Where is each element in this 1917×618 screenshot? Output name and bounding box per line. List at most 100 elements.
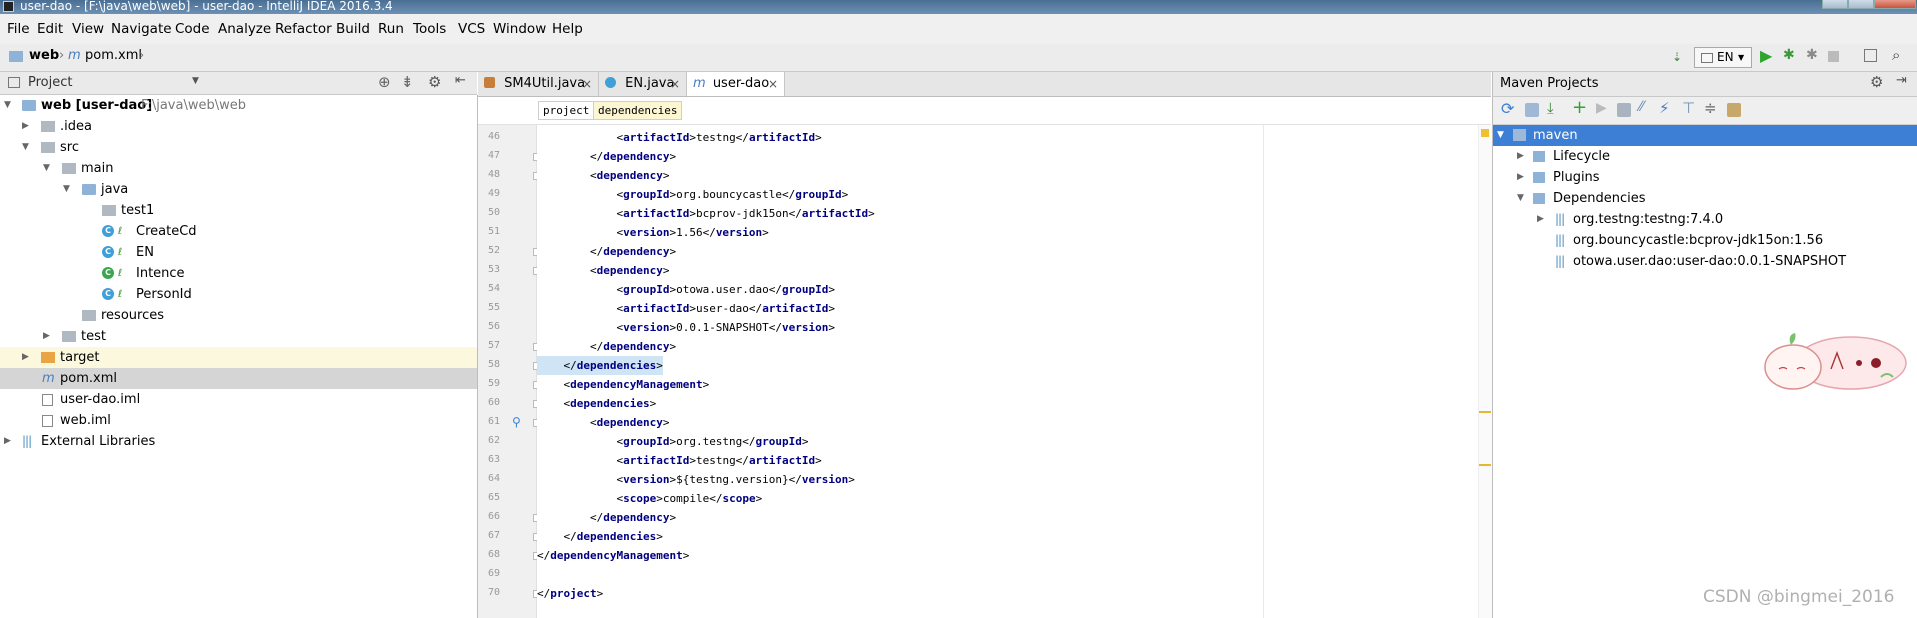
code-area[interactable]: <artifactId>testng</artifactId> </depend… xyxy=(537,125,1491,618)
tree-item-main[interactable]: ▼ main xyxy=(0,158,477,179)
implemented-marker-icon[interactable]: ⚲ xyxy=(512,415,521,429)
debug-icon[interactable]: ✱ xyxy=(1783,47,1795,63)
reimport-icon[interactable]: ⟳ xyxy=(1501,99,1514,118)
project-structure-icon[interactable] xyxy=(1864,49,1877,62)
sort-icon[interactable]: ⇣ xyxy=(1672,50,1682,64)
code-line: </project> xyxy=(537,587,604,600)
tab-en[interactable]: EN.java × xyxy=(599,72,687,96)
maven-item-dep-testng[interactable]: ▶ ||| org.testng:testng:7.4.0 xyxy=(1493,209,1917,230)
menu-help[interactable]: Help xyxy=(552,21,583,37)
line-number: 66 xyxy=(487,511,500,522)
maven-settings-icon[interactable] xyxy=(1727,103,1741,117)
error-stripe-mark[interactable] xyxy=(1479,464,1491,466)
maven-item-plugins[interactable]: ▶ Plugins xyxy=(1493,167,1917,188)
tree-item-test[interactable]: ▶ test xyxy=(0,326,477,347)
menu-code[interactable]: Code xyxy=(175,21,210,37)
tree-item-external-libraries[interactable]: ▶ ||| External Libraries xyxy=(0,431,477,452)
tree-item-user-dao-iml[interactable]: user-dao.iml xyxy=(0,389,477,410)
collapsed-arrow-icon: ▶ xyxy=(1537,214,1544,224)
menu-run[interactable]: Run xyxy=(378,21,404,37)
nav-crumb-pom[interactable]: pom.xml xyxy=(85,48,142,63)
tree-item-src[interactable]: ▼ src xyxy=(0,137,477,158)
search-icon[interactable]: ⌕ xyxy=(1892,46,1900,64)
hide-panel-icon[interactable]: ⇤ xyxy=(455,73,466,88)
class-icon: C xyxy=(102,246,114,258)
tree-item-intence[interactable]: C ℓ Intence xyxy=(0,263,477,284)
line-number: 69 xyxy=(487,568,500,579)
close-tab-icon[interactable]: × xyxy=(670,72,680,96)
toggle-offline-icon[interactable]: ⁄⁄ xyxy=(1639,99,1644,115)
folder-icon xyxy=(62,163,76,174)
tree-item-personid[interactable]: C ℓ PersonId xyxy=(0,284,477,305)
project-panel-title[interactable]: Project xyxy=(28,75,72,90)
tree-item-target[interactable]: ▶ target xyxy=(0,347,477,368)
menu-tools[interactable]: Tools xyxy=(413,21,446,37)
scroll-from-source-icon[interactable]: ⊕ xyxy=(378,73,391,91)
maven-item-lifecycle[interactable]: ▶ Lifecycle xyxy=(1493,146,1917,167)
crumb-dependencies[interactable]: dependencies xyxy=(593,101,683,120)
run-config-select[interactable]: EN ▼ xyxy=(1694,47,1752,68)
menu-build[interactable]: Build xyxy=(336,21,370,37)
hide-panel-icon[interactable]: ⇥ xyxy=(1896,73,1907,88)
library-icon: ||| xyxy=(1555,233,1565,247)
tab-label: EN.java xyxy=(625,76,675,91)
maven-panel-title[interactable]: Maven Projects xyxy=(1500,76,1599,91)
add-icon[interactable]: + xyxy=(1572,97,1587,118)
tree-label: java xyxy=(101,182,129,197)
maven-item-dep-user-dao[interactable]: ||| otowa.user.dao:user-dao:0.0.1-SNAPSH… xyxy=(1493,251,1917,272)
skip-tests-icon[interactable]: ⚡ xyxy=(1659,99,1670,117)
gear-icon[interactable]: ⚙ xyxy=(428,73,441,91)
tree-item-idea[interactable]: ▶ .idea xyxy=(0,116,477,137)
run-icon[interactable]: ▶ xyxy=(1596,100,1607,116)
tree-item-createcd[interactable]: C ℓ CreateCd xyxy=(0,221,477,242)
maven-item-dependencies[interactable]: ▼ Dependencies xyxy=(1493,188,1917,209)
tree-item-test1[interactable]: test1 xyxy=(0,200,477,221)
menu-file[interactable]: File xyxy=(7,21,30,37)
menu-view[interactable]: View xyxy=(72,21,104,37)
maven-item-root[interactable]: ▼ maven xyxy=(1493,125,1917,146)
line-number: 47 xyxy=(487,150,500,161)
code-line: </dependencies> xyxy=(537,530,663,543)
tree-item-resources[interactable]: resources xyxy=(0,305,477,326)
stop-icon[interactable] xyxy=(1828,51,1839,62)
collapse-all-icon[interactable]: ≑ xyxy=(1704,99,1717,117)
tab-user-dao[interactable]: m user-dao × xyxy=(687,72,785,96)
menu-window[interactable]: Window xyxy=(493,21,546,37)
code-line: <version>0.0.1-SNAPSHOT</version> xyxy=(537,321,836,334)
view-selector-chevron-icon[interactable]: ▼ xyxy=(192,76,199,86)
editor-scrollbar[interactable] xyxy=(1478,125,1492,618)
maximize-button[interactable] xyxy=(1848,0,1874,9)
tree-item-pom[interactable]: m pom.xml xyxy=(0,368,477,389)
close-window-button[interactable] xyxy=(1874,0,1916,9)
generate-sources-icon[interactable] xyxy=(1525,103,1539,117)
collapse-all-icon[interactable]: ⇟ xyxy=(401,73,414,91)
maven-item-dep-bouncycastle[interactable]: ||| org.bouncycastle:bcprov-jdk15on:1.56 xyxy=(1493,230,1917,251)
menu-analyze[interactable]: Analyze xyxy=(218,21,271,37)
gear-icon[interactable]: ⚙ xyxy=(1870,73,1883,91)
code-line: </dependencies> xyxy=(537,356,663,375)
close-tab-icon[interactable]: × xyxy=(768,72,778,96)
nav-crumb-web[interactable]: web xyxy=(29,48,59,63)
menu-vcs[interactable]: VCS xyxy=(458,21,485,37)
error-stripe-mark[interactable] xyxy=(1479,411,1491,413)
minimize-button[interactable] xyxy=(1822,0,1848,9)
menu-edit[interactable]: Edit xyxy=(37,21,63,37)
tab-sm4util[interactable]: SM4Util.java × xyxy=(478,72,599,96)
coverage-icon[interactable]: ✱ xyxy=(1806,47,1818,63)
run-icon[interactable]: ▶ xyxy=(1760,46,1772,65)
show-dependencies-icon[interactable]: ⊤ xyxy=(1682,99,1695,117)
download-icon[interactable]: ⤓ xyxy=(1547,99,1554,117)
run-config-icon[interactable] xyxy=(1617,103,1631,117)
tree-item-web-iml[interactable]: web.iml xyxy=(0,410,477,431)
tree-item-en[interactable]: C ℓ EN xyxy=(0,242,477,263)
tree-item-web[interactable]: ▼ web [user-dao] F:\java\web\web xyxy=(0,95,477,116)
code-line: <artifactId>user-dao</artifactId> xyxy=(537,302,836,315)
java-file-icon xyxy=(484,77,495,88)
menu-navigate[interactable]: Navigate xyxy=(111,21,172,37)
tree-label: resources xyxy=(101,308,165,323)
close-tab-icon[interactable]: × xyxy=(582,72,592,96)
menu-refactor[interactable]: Refactor xyxy=(275,21,332,37)
crumb-project[interactable]: project xyxy=(538,101,595,120)
tree-item-java[interactable]: ▼ java xyxy=(0,179,477,200)
warning-marker-icon[interactable] xyxy=(1481,129,1489,137)
